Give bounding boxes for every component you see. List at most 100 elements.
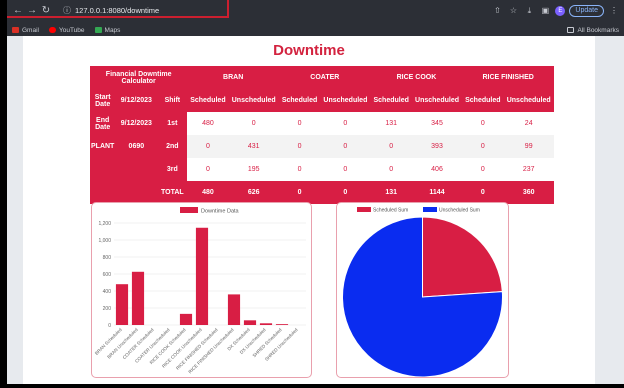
plant-label: PLANT xyxy=(90,135,116,158)
total-value: 360 xyxy=(503,181,554,204)
cell-value[interactable]: 99 xyxy=(503,135,554,158)
back-arrow-icon[interactable]: ← xyxy=(11,5,25,16)
profile-avatar[interactable]: E xyxy=(555,5,566,16)
bar xyxy=(195,227,209,325)
bookmark-maps[interactable]: Maps xyxy=(94,26,121,34)
y-tick-label: 800 xyxy=(103,255,112,261)
youtube-icon xyxy=(48,27,56,33)
forward-arrow-icon[interactable]: → xyxy=(25,5,39,16)
legend-label: Unscheduled Sum xyxy=(439,208,480,214)
cell-value[interactable]: 0 xyxy=(278,135,321,158)
download-icon[interactable]: ⤓ xyxy=(523,6,535,16)
sidebar-icon[interactable]: ▣ xyxy=(539,6,551,15)
maps-icon xyxy=(94,27,102,33)
col-unscheduled: Unscheduled xyxy=(320,89,371,112)
share-icon[interactable]: ⇧ xyxy=(491,6,503,15)
cell-value[interactable]: 0 xyxy=(187,158,229,181)
legend-swatch xyxy=(357,207,371,212)
downtime-calculator-table: Financial Downtime Calculator BRAN COATE… xyxy=(90,66,554,204)
cell-value[interactable]: 0 xyxy=(370,135,412,158)
total-value: 0 xyxy=(278,181,321,204)
end-date-label: End Date xyxy=(90,112,116,135)
table-row-shift-1: End Date 9/12/2023 1st 480 0 0 0 131 345… xyxy=(90,112,554,135)
shift-name: 2nd xyxy=(157,135,188,158)
cell-value[interactable]: 0 xyxy=(370,158,412,181)
bookmark-star-icon[interactable]: ☆ xyxy=(507,6,519,15)
legend-label: Scheduled Sum xyxy=(373,208,408,214)
shift-name: 1st xyxy=(157,112,188,135)
cell-value[interactable]: 24 xyxy=(503,112,554,135)
cell-value[interactable]: 195 xyxy=(228,158,279,181)
table-header-row: Financial Downtime Calculator BRAN COATE… xyxy=(90,66,554,89)
cell-value[interactable]: 0 xyxy=(320,112,371,135)
shift-name: 3rd xyxy=(157,158,188,181)
reload-icon[interactable]: ↻ xyxy=(39,5,53,16)
x-tick-label: BRAN Scheduled xyxy=(94,327,123,356)
start-date-field[interactable]: 9/12/2023 xyxy=(115,89,158,112)
x-tick-label: SHRED Scheduled xyxy=(252,327,283,358)
bar xyxy=(243,320,257,325)
bookmark-label: Maps xyxy=(104,26,121,34)
cell-value[interactable]: 0 xyxy=(187,135,229,158)
url-text: 127.0.0.1:8080/downtime xyxy=(75,6,160,15)
bookmark-gmail[interactable]: Gmail xyxy=(12,27,39,34)
cell-value[interactable]: 0 xyxy=(320,158,371,181)
update-button[interactable]: Update xyxy=(569,4,604,17)
cell-value[interactable]: 406 xyxy=(411,158,463,181)
cell-value[interactable]: 431 xyxy=(228,135,279,158)
cell-value[interactable]: 131 xyxy=(370,112,412,135)
empty-cell xyxy=(115,181,158,204)
line-header-coater: COATER xyxy=(278,66,371,89)
empty-cell xyxy=(90,181,116,204)
table-row-shift-3: 3rd 0 195 0 0 0 406 0 237 xyxy=(90,158,554,181)
col-scheduled: Scheduled xyxy=(462,89,504,112)
legend-label: Downtime Data xyxy=(201,209,240,215)
legend-swatch xyxy=(180,207,198,213)
browser-chrome: ← → ↻ ⓘ 127.0.0.1:8080/downtime ⇧ ☆ ⤓ ▣ … xyxy=(7,0,624,36)
cell-value[interactable]: 393 xyxy=(411,135,463,158)
gmail-icon xyxy=(12,27,19,33)
cell-value[interactable]: 0 xyxy=(278,158,321,181)
col-scheduled: Scheduled xyxy=(370,89,412,112)
table-row-total: TOTAL 480 626 0 0 131 1144 0 360 xyxy=(90,181,554,204)
address-bar[interactable]: ⓘ 127.0.0.1:8080/downtime xyxy=(57,3,165,18)
cell-value[interactable]: 0 xyxy=(462,158,504,181)
col-unscheduled: Unscheduled xyxy=(503,89,554,112)
y-tick-label: 200 xyxy=(103,306,112,312)
total-value: 0 xyxy=(320,181,371,204)
col-scheduled: Scheduled xyxy=(278,89,321,112)
col-unscheduled: Unscheduled xyxy=(228,89,279,112)
table-subheader-row: Start Date 9/12/2023 Shift Scheduled Uns… xyxy=(90,89,554,112)
all-bookmarks[interactable]: All Bookmarks xyxy=(567,27,619,34)
cell-value[interactable]: 0 xyxy=(320,135,371,158)
cell-value[interactable]: 0 xyxy=(462,112,504,135)
y-tick-label: 600 xyxy=(103,272,112,278)
col-scheduled: Scheduled xyxy=(187,89,229,112)
toolbar-actions: ⇧ ☆ ⤓ ▣ E Update ⋮ xyxy=(491,4,620,17)
cell-value[interactable]: 0 xyxy=(228,112,279,135)
line-header-rice-cook: RICE COOK xyxy=(370,66,463,89)
total-value: 480 xyxy=(187,181,229,204)
site-info-icon[interactable]: ⓘ xyxy=(63,5,71,16)
bookmark-label: Gmail xyxy=(22,26,39,34)
plant-field[interactable]: 0690 xyxy=(115,135,158,158)
total-value: 1144 xyxy=(411,181,463,204)
shift-label: Shift xyxy=(157,89,188,112)
cell-value[interactable]: 0 xyxy=(278,112,321,135)
y-tick-label: 1,200 xyxy=(98,221,111,227)
total-value: 626 xyxy=(228,181,279,204)
bar-chart: Downtime Data 0 200 400 600 800 1,000 1,200 BRAN… xyxy=(94,207,306,374)
cell-value[interactable]: 237 xyxy=(503,158,554,181)
y-tick-label: 1,000 xyxy=(98,238,111,244)
cell-value[interactable]: 345 xyxy=(411,112,463,135)
cell-value[interactable]: 480 xyxy=(187,112,229,135)
bookmarks-bar: Gmail YouTube Maps All Bookmarks xyxy=(7,24,624,36)
end-date-field[interactable]: 9/12/2023 xyxy=(115,112,158,135)
cell-value[interactable]: 0 xyxy=(462,135,504,158)
x-tick-label: SHRED Unscheduled xyxy=(264,327,299,362)
empty-cell xyxy=(115,158,158,181)
bookmark-youtube[interactable]: YouTube xyxy=(48,26,85,34)
table-row-shift-2: PLANT 0690 2nd 0 431 0 0 0 393 0 99 xyxy=(90,135,554,158)
menu-icon[interactable]: ⋮ xyxy=(608,6,620,15)
bookmark-label: YouTube xyxy=(58,26,85,34)
